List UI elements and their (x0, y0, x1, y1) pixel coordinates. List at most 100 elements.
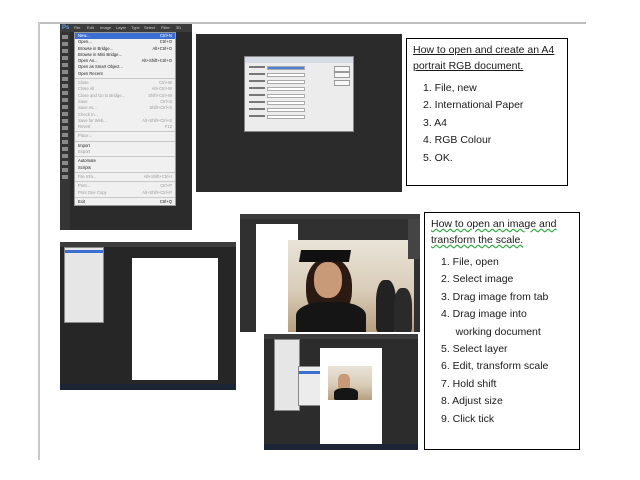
file-menu-item[interactable]: Exit Ctrl+Q (75, 199, 175, 205)
tool-icon[interactable] (62, 154, 68, 158)
menu-item-label: Close (78, 80, 89, 86)
tool-icon[interactable] (62, 42, 68, 46)
tool-icon[interactable] (62, 56, 68, 60)
menu-file[interactable]: File (74, 24, 80, 32)
background-graduate (394, 288, 412, 332)
tool-icon[interactable] (62, 147, 68, 151)
graduate-face (314, 262, 342, 298)
new-document-dialog (244, 56, 354, 132)
menu-item-label: Revert (78, 124, 91, 130)
list-item: 9. Click tick (441, 412, 495, 425)
tool-icon[interactable] (62, 168, 68, 172)
menu-type[interactable]: Type (131, 24, 140, 32)
tool-icon[interactable] (62, 70, 68, 74)
graduate-face (338, 374, 350, 388)
file-menu-item[interactable]: Open Recent (75, 71, 175, 77)
menu-item-label: Scripts (78, 164, 91, 170)
menu-image[interactable]: Image (100, 24, 111, 32)
tool-icon[interactable] (62, 105, 68, 109)
tool-icon[interactable] (62, 140, 68, 144)
taskbar (264, 444, 418, 450)
background-graduate (376, 280, 396, 332)
graduate-photo[interactable] (288, 240, 414, 332)
tool-icon[interactable] (62, 98, 68, 102)
list-item: 6. Edit, transform scale (441, 360, 549, 373)
list-item: 3. Drag image from tab (441, 290, 549, 303)
width-field-row[interactable] (249, 87, 305, 91)
menu-filter[interactable]: Filter (161, 24, 170, 32)
height-field-row[interactable] (249, 94, 305, 98)
tool-icon[interactable] (62, 91, 68, 95)
file-menu-item: Revert F12 (75, 124, 175, 130)
cancel-button[interactable] (334, 72, 350, 78)
file-menu-item: Place... (75, 133, 175, 139)
menu-item-label: Browse in Mini Bridge... (78, 51, 122, 57)
menu-item-label: Open As... (78, 58, 98, 64)
box1-steps: 1. File, new 2. International Paper 3. A… (413, 80, 561, 167)
menu-item-label: Check In... (78, 111, 99, 117)
ps-logo: Ps (62, 25, 70, 31)
tool-icon[interactable] (62, 49, 68, 53)
tool-icon[interactable] (62, 35, 68, 39)
tool-icon[interactable] (62, 63, 68, 67)
blank-a4-document (132, 258, 218, 380)
instructions-box-transform: How to open an image and transform the s… (424, 212, 580, 450)
menu-item-label: Close and Go to Bridge... (78, 92, 126, 98)
menu-item-label: Browse in Bridge... (78, 45, 114, 51)
box1-title: How to open and create an A4 portrait RG… (413, 44, 555, 72)
menu-item-label: Export (78, 149, 91, 155)
menu-separator (75, 140, 175, 142)
menu-separator (75, 131, 175, 133)
scaled-photo[interactable] (328, 366, 372, 400)
save-preset-button[interactable] (334, 80, 350, 86)
preset-field-row[interactable] (249, 73, 305, 77)
name-field-row[interactable] (249, 66, 305, 70)
mortarboard-cap (298, 250, 352, 262)
list-item: 2. Select image (441, 273, 514, 286)
file-menu-item: Export (75, 149, 175, 155)
color-mode-field-row[interactable] (249, 108, 305, 112)
file-menu-item: Print One Copy Alt+Shift+Ctrl+P (75, 190, 175, 196)
file-menu-item[interactable]: Scripts (75, 165, 175, 171)
menu-item-label: Open Recent (78, 70, 103, 76)
taskbar (60, 384, 236, 390)
box2-steps: 1. File, open 2. Select image 3. Drag im… (431, 254, 573, 428)
menu-item-shortcut: Ctrl+Q (159, 198, 172, 204)
resolution-field-row[interactable] (249, 101, 305, 105)
menu-layer[interactable]: Layer (116, 24, 126, 32)
screenshot-image-placed (240, 214, 420, 332)
list-item: 5. OK. (423, 151, 453, 164)
size-field-row[interactable] (249, 80, 305, 84)
tool-icon[interactable] (62, 175, 68, 179)
page-edge-left (38, 22, 40, 460)
list-item: 3. A4 (423, 116, 447, 129)
tool-icon[interactable] (62, 133, 68, 137)
panels (408, 219, 420, 259)
tool-icon[interactable] (62, 84, 68, 88)
menu-separator (75, 181, 175, 183)
menu-edit[interactable]: Edit (87, 24, 94, 32)
tool-icon[interactable] (62, 126, 68, 130)
menu-select[interactable]: Select (144, 24, 155, 32)
menu-item-label: File Info... (78, 173, 97, 179)
background-field-row[interactable] (249, 115, 305, 119)
menu-separator (75, 171, 175, 173)
edit-menu (274, 339, 300, 411)
transform-submenu (298, 366, 322, 406)
menu-item-label: Save (78, 98, 88, 104)
menu-item-label: Open as Smart Object... (78, 64, 123, 70)
tool-icon[interactable] (62, 161, 68, 165)
file-menu-item: File Info... Alt+Shift+Ctrl+I (75, 174, 175, 180)
list-item: 1. File, new (423, 82, 477, 94)
menu-item-label: Exit (78, 198, 85, 204)
menu-3d[interactable]: 3D (176, 24, 181, 32)
graduate-gown (334, 388, 358, 400)
list-item: 1. File, open (441, 256, 499, 268)
tool-icon[interactable] (62, 77, 68, 81)
tool-icon[interactable] (62, 119, 68, 123)
menu-item-shortcut: F12 (164, 124, 172, 130)
menu-item-label: Open... (78, 39, 92, 45)
list-item: 4. Drag image into (441, 308, 527, 321)
menu-separator (75, 196, 175, 198)
tool-icon[interactable] (62, 112, 68, 116)
